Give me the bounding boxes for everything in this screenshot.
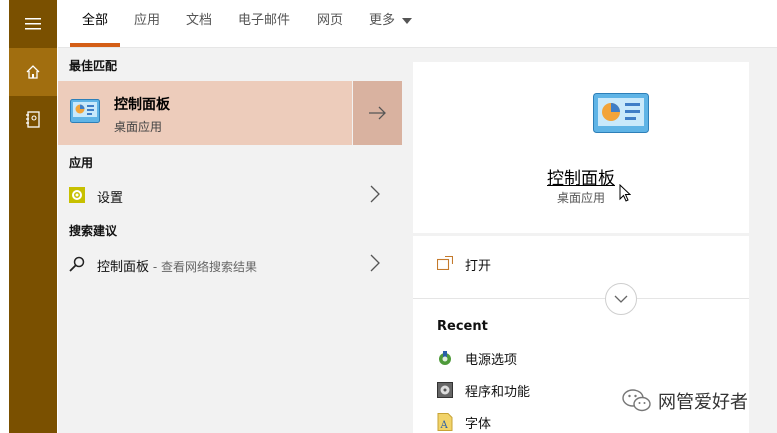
chevron-right-icon — [370, 185, 380, 203]
detail-header-card: 控制面板 桌面应用 — [413, 62, 749, 233]
search-tabs: 全部 应用 文档 电子邮件 网页 更多 — [58, 0, 777, 48]
suggestion-text: 控制面板 - 查看网络搜索结果 — [97, 256, 257, 275]
search-suggestions-heading: 搜索建议 — [69, 224, 118, 238]
best-match-item[interactable]: 控制面板 桌面应用 — [58, 81, 352, 145]
search-icon — [69, 256, 85, 272]
settings-icon — [69, 187, 85, 203]
open-icon — [437, 256, 453, 270]
open-details-button[interactable] — [353, 81, 402, 145]
notebook-icon — [26, 111, 40, 128]
active-tab-indicator — [70, 43, 120, 47]
wechat-logo-icon — [622, 389, 651, 412]
open-label: 打开 — [465, 259, 492, 274]
watermark: 网管爱好者 — [622, 388, 748, 414]
app-item-label: 设置 — [97, 191, 124, 206]
chevron-right-icon — [370, 254, 380, 272]
recent-item-label: 字体 — [465, 417, 492, 432]
notebook-button[interactable] — [9, 96, 57, 144]
home-button[interactable] — [9, 48, 57, 96]
expand-button[interactable] — [605, 283, 637, 315]
apps-heading: 应用 — [69, 156, 94, 170]
tab-web[interactable]: 网页 — [317, 0, 343, 48]
detail-subtitle: 桌面应用 — [556, 191, 605, 205]
suggestion-suffix: - 查看网络搜索结果 — [149, 260, 257, 274]
watermark-text: 网管爱好者 — [658, 392, 748, 413]
mouse-cursor-icon — [619, 184, 631, 202]
best-match-title: 控制面板 — [114, 97, 170, 113]
best-match-heading: 最佳匹配 — [69, 59, 118, 73]
app-item-settings[interactable]: 设置 — [58, 178, 402, 212]
open-action[interactable]: 打开 — [413, 236, 749, 294]
recent-item-power-options[interactable]: 电源选项 — [437, 346, 737, 370]
best-match-subtitle: 桌面应用 — [114, 120, 163, 134]
programs-features-icon — [437, 382, 453, 398]
tab-more[interactable]: 更多 — [369, 0, 413, 48]
recent-item-label: 程序和功能 — [465, 385, 531, 400]
arrow-right-icon — [368, 106, 386, 120]
tab-apps[interactable]: 应用 — [134, 0, 160, 48]
control-panel-icon — [70, 99, 100, 123]
tab-documents[interactable]: 文档 — [186, 0, 212, 48]
caret-down-icon — [402, 17, 413, 24]
fonts-icon: A — [437, 413, 453, 431]
results-pane: 最佳匹配 控制面板 桌面应用 应用 设置 搜索建议 控制面板 - 查看网络搜索结… — [58, 48, 402, 433]
suggestion-item[interactable]: 控制面板 - 查看网络搜索结果 — [58, 247, 402, 281]
hamburger-icon — [25, 18, 41, 30]
chevron-down-icon — [614, 295, 628, 303]
home-icon — [26, 65, 40, 79]
recent-heading: Recent — [437, 319, 488, 334]
suggestion-label: 控制面板 — [97, 260, 150, 275]
left-rail — [0, 0, 58, 433]
control-panel-large-icon — [593, 93, 649, 133]
tab-more-label: 更多 — [369, 13, 396, 28]
svg-text:A: A — [440, 420, 449, 431]
tab-all[interactable]: 全部 — [82, 0, 108, 48]
tab-email[interactable]: 电子邮件 — [238, 0, 290, 48]
power-options-icon — [439, 351, 451, 365]
divider — [413, 298, 749, 299]
menu-button[interactable] — [9, 0, 57, 48]
recent-item-label: 电源选项 — [465, 353, 518, 368]
detail-title: 控制面板 — [547, 169, 615, 189]
